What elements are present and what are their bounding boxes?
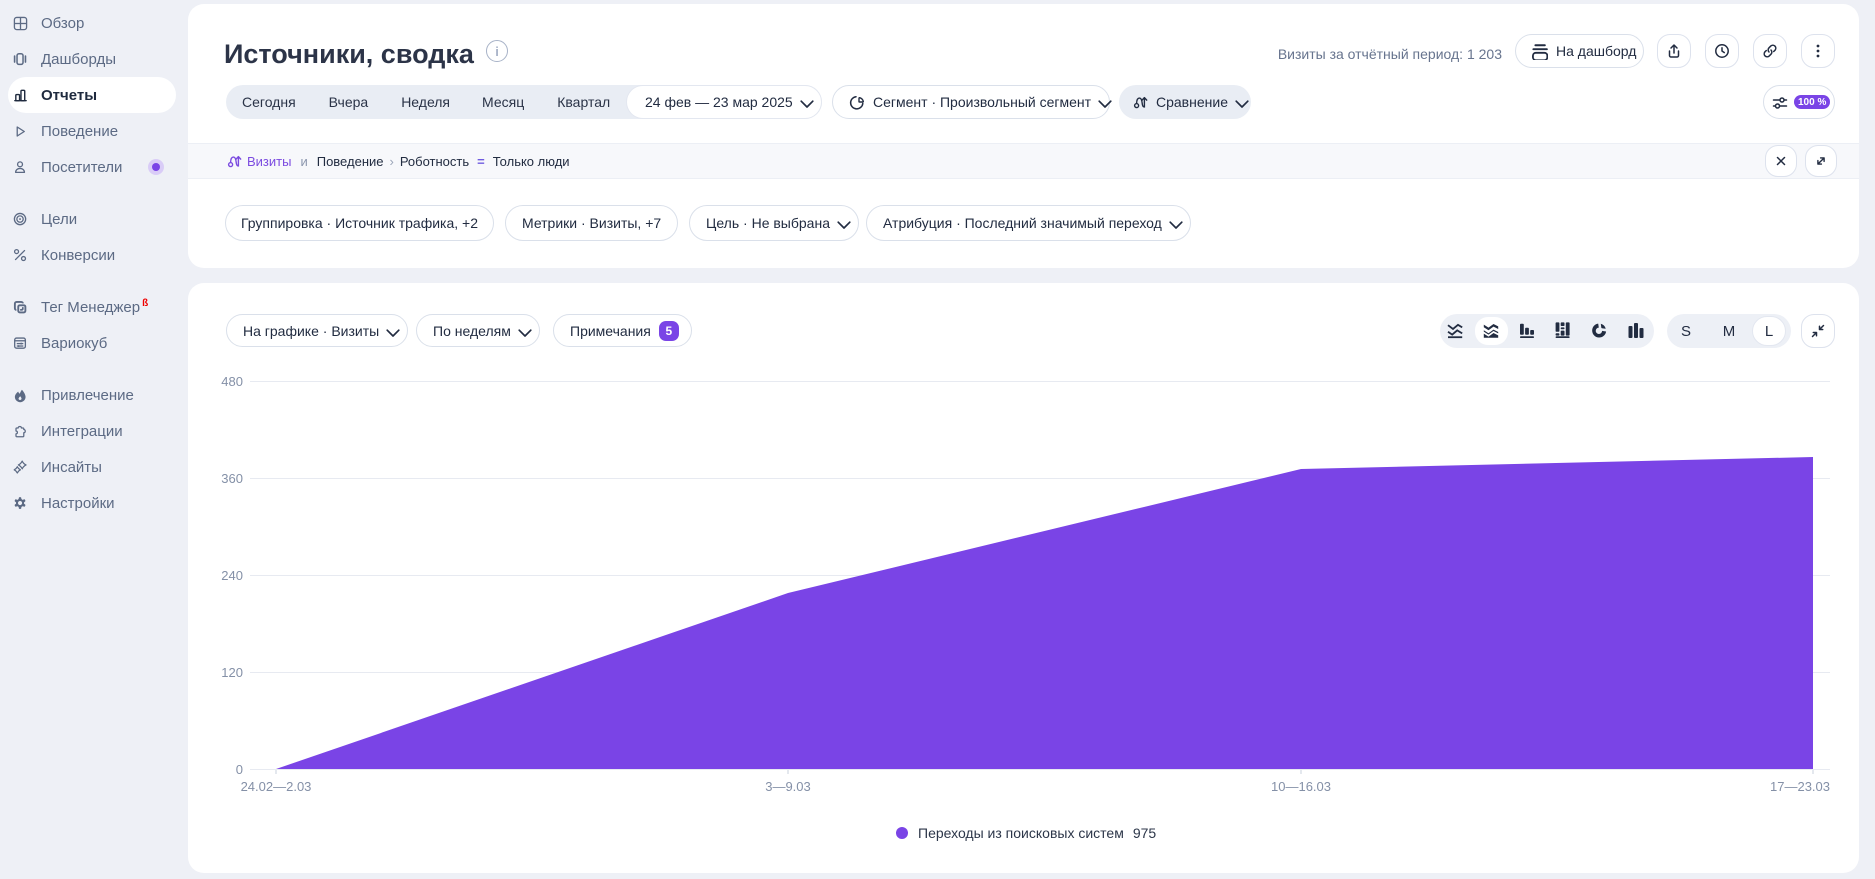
svg-text:480: 480	[221, 374, 243, 389]
svg-text:24.02—2.03: 24.02—2.03	[241, 779, 312, 794]
svg-text:120: 120	[221, 665, 243, 680]
svg-text:17—23.03: 17—23.03	[1770, 779, 1830, 794]
svg-text:240: 240	[221, 568, 243, 583]
svg-text:3—9.03: 3—9.03	[765, 779, 811, 794]
svg-text:0: 0	[236, 762, 243, 777]
svg-text:10—16.03: 10—16.03	[1271, 779, 1331, 794]
svg-text:360: 360	[221, 471, 243, 486]
